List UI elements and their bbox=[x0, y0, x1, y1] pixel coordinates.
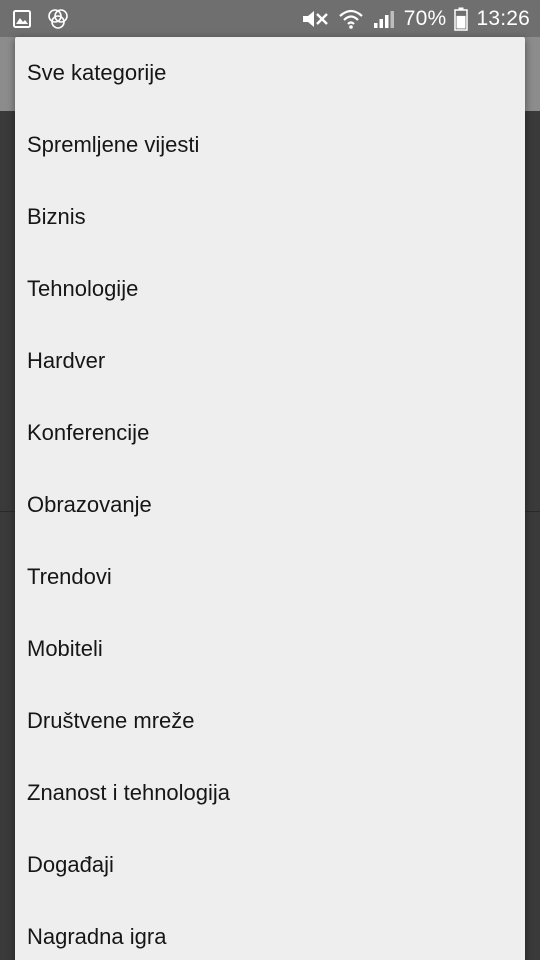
clock: 13:26 bbox=[476, 6, 530, 30]
menu-item-drustvene-mreze[interactable]: Društvene mreže bbox=[15, 685, 525, 757]
triple-circle-icon bbox=[46, 8, 70, 30]
menu-item-hardver[interactable]: Hardver bbox=[15, 325, 525, 397]
menu-item-sve-kategorije[interactable]: Sve kategorije bbox=[15, 37, 525, 109]
wifi-icon bbox=[338, 8, 364, 30]
menu-item-konferencije[interactable]: Konferencije bbox=[15, 397, 525, 469]
category-menu: Sve kategorije Spremljene vijesti Biznis… bbox=[15, 37, 525, 960]
menu-item-dogadaji[interactable]: Događaji bbox=[15, 829, 525, 901]
mute-icon bbox=[300, 8, 330, 30]
menu-item-biznis[interactable]: Biznis bbox=[15, 181, 525, 253]
menu-item-trendovi[interactable]: Trendovi bbox=[15, 541, 525, 613]
signal-icon bbox=[372, 8, 396, 30]
menu-item-nagradna-igra[interactable]: Nagradna igra bbox=[15, 901, 525, 960]
status-bar: 70% 13:26 bbox=[0, 0, 540, 37]
image-icon bbox=[12, 9, 32, 29]
battery-icon bbox=[454, 7, 469, 31]
menu-item-spremljene-vijesti[interactable]: Spremljene vijesti bbox=[15, 109, 525, 181]
notification-icons bbox=[12, 8, 70, 30]
menu-item-obrazovanje[interactable]: Obrazovanje bbox=[15, 469, 525, 541]
system-indicators: 70% 13:26 bbox=[300, 0, 530, 37]
menu-item-znanost-i-tehnologija[interactable]: Znanost i tehnologija bbox=[15, 757, 525, 829]
menu-item-mobiteli[interactable]: Mobiteli bbox=[15, 613, 525, 685]
battery-percentage: 70% bbox=[403, 6, 447, 30]
menu-item-tehnologije[interactable]: Tehnologije bbox=[15, 253, 525, 325]
